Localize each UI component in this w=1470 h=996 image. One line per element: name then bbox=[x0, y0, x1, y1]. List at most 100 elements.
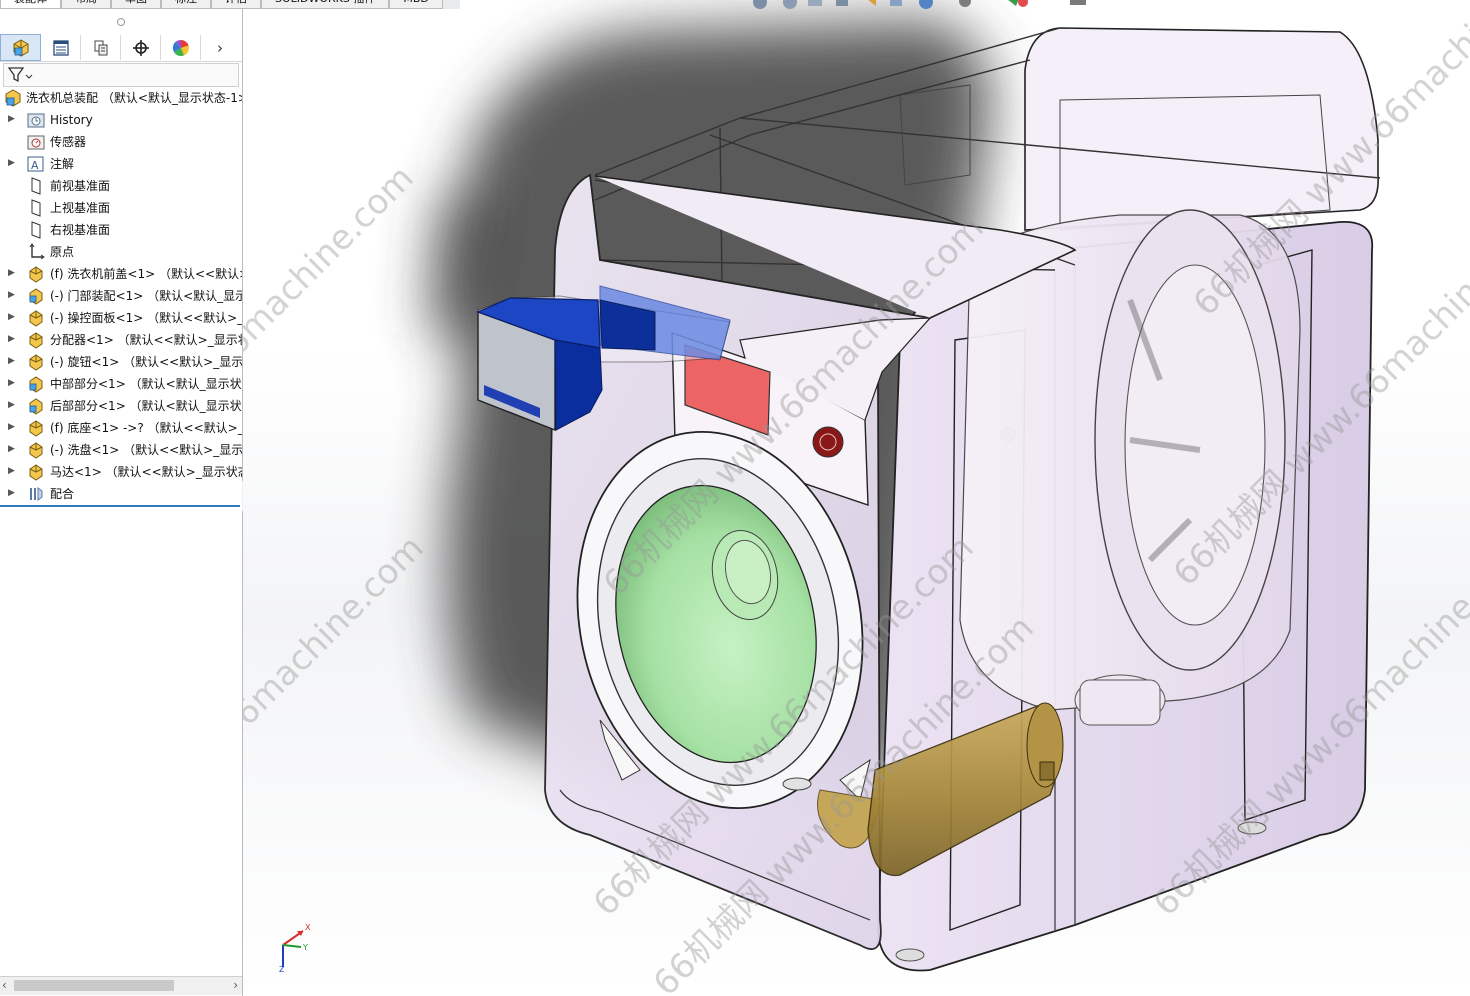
scene-icon[interactable] bbox=[959, 0, 971, 7]
zoom-to-fit-icon[interactable] bbox=[783, 0, 797, 9]
scroll-left-arrow[interactable]: ‹ bbox=[2, 978, 7, 992]
assembly-icon bbox=[27, 287, 45, 305]
propertymanager-tab[interactable] bbox=[41, 35, 81, 60]
monitor-icon[interactable] bbox=[1070, 0, 1086, 5]
view-settings-icon[interactable] bbox=[1003, 0, 1028, 7]
tree-item-label: (-) 操控面板<1> （默认<<默认>_显示状态 bbox=[50, 311, 242, 325]
expand-arrow-icon[interactable]: ▶ bbox=[8, 267, 16, 279]
tree-item-label: 马达<1> （默认<<默认>_显示状态 bbox=[50, 465, 242, 479]
tree-item[interactable]: ▶ 分配器<1> （默认<<默认>_显示状态 bbox=[0, 329, 242, 351]
tree-item[interactable]: 右视基准面 bbox=[0, 219, 242, 241]
tree-item[interactable]: ▶ (f) 洗衣机前盖<1> （默认<<默认>_显示状态 bbox=[0, 263, 242, 285]
expand-arrow-icon[interactable]: ▶ bbox=[8, 289, 16, 301]
tree-item-label: (-) 门部装配<1> （默认<默认_显示状态 bbox=[50, 289, 242, 303]
model-viewport[interactable] bbox=[243, 0, 1470, 996]
featuremanager-tree-tab[interactable] bbox=[0, 34, 41, 61]
command-tab[interactable]: SOLIDWORKS 插件 bbox=[261, 0, 390, 9]
tree-item-label: 上视基准面 bbox=[50, 201, 111, 215]
appearance-icon[interactable] bbox=[919, 0, 933, 9]
expand-arrow-icon[interactable]: ▶ bbox=[8, 333, 16, 345]
control-knob[interactable] bbox=[812, 426, 844, 458]
expand-arrow-icon[interactable]: ▶ bbox=[8, 421, 16, 433]
hide-show-icon[interactable] bbox=[890, 0, 902, 6]
triad-x-label: X bbox=[305, 923, 311, 932]
tree-item[interactable]: ▶ 中部部分<1> （默认<默认_显示状态 bbox=[0, 373, 242, 395]
plane-icon bbox=[27, 177, 45, 195]
tree-item[interactable]: ▶ A 注解 bbox=[0, 153, 242, 175]
tree-item[interactable]: ▶ (f) 底座<1> ->? （默认<<默认>_显示状态 bbox=[0, 417, 242, 439]
tree-item[interactable]: 传感器 bbox=[0, 131, 242, 153]
tree-item-label: 后部部分<1> （默认<默认_显示状态 bbox=[50, 399, 242, 413]
tree-item-label: (-) 洗盘<1> （默认<<默认>_显示状态 bbox=[50, 443, 242, 457]
display-manager-tab[interactable] bbox=[161, 35, 201, 60]
tree-item[interactable]: ▶ (-) 洗盘<1> （默认<<默认>_显示状态 bbox=[0, 439, 242, 461]
tree-item-label: 中部部分<1> （默认<默认_显示状态 bbox=[50, 377, 242, 391]
expand-arrow-icon[interactable]: ▶ bbox=[8, 311, 16, 323]
tree-item[interactable]: 前视基准面 bbox=[0, 175, 242, 197]
dimxpert-tab[interactable] bbox=[121, 35, 161, 60]
tree-item-label: 右视基准面 bbox=[50, 223, 111, 237]
tree-item-label: 前视基准面 bbox=[50, 179, 111, 193]
heads-up-view-toolbar[interactable] bbox=[748, 0, 1108, 12]
origin-icon bbox=[27, 243, 45, 261]
scroll-right-arrow[interactable]: › bbox=[233, 978, 238, 992]
expand-arrow-icon[interactable]: ▶ bbox=[8, 487, 16, 499]
tree-item[interactable]: 原点 bbox=[0, 241, 242, 263]
mates-icon bbox=[27, 485, 45, 503]
command-tab[interactable]: 草图 bbox=[111, 0, 161, 9]
more-tabs-arrow[interactable]: › bbox=[201, 35, 239, 60]
expand-arrow-icon[interactable]: ▶ bbox=[8, 465, 16, 477]
tree-filter-bar[interactable] bbox=[3, 63, 239, 87]
configurationmanager-icon bbox=[94, 40, 107, 55]
display-style-icon[interactable] bbox=[863, 0, 876, 6]
tree-bottom-rule bbox=[0, 505, 240, 507]
panel-horizontal-scrollbar[interactable]: ‹ › bbox=[0, 976, 242, 995]
expand-arrow-icon[interactable]: ▶ bbox=[8, 355, 16, 367]
graphics-area[interactable]: 66机械网 www.66machine.com66机械网 www.66machi… bbox=[243, 0, 1470, 996]
panel-grip-handle[interactable] bbox=[117, 18, 125, 26]
view-orientation-icon[interactable] bbox=[753, 0, 767, 9]
command-tab[interactable]: 评估 bbox=[211, 0, 261, 9]
plane-icon bbox=[27, 199, 45, 217]
tree-item-label: 原点 bbox=[50, 245, 75, 259]
tree-item[interactable]: ▶ 后部部分<1> （默认<默认_显示状态 bbox=[0, 395, 242, 417]
tree-item[interactable]: ▶ History bbox=[0, 109, 242, 131]
svg-text:A: A bbox=[31, 159, 39, 172]
previous-view-icon[interactable] bbox=[808, 0, 822, 6]
expand-arrow-icon[interactable]: ▶ bbox=[8, 113, 16, 125]
history-folder-icon bbox=[27, 111, 45, 129]
expand-arrow-icon[interactable]: ▶ bbox=[8, 377, 16, 389]
tree-root-assembly[interactable]: 洗衣机总装配 （默认<默认_显示状态-1>） bbox=[0, 87, 242, 109]
expand-arrow-icon[interactable]: ▶ bbox=[8, 399, 16, 411]
feature-tree: 洗衣机总装配 （默认<默认_显示状态-1>） ▶ History 传感器 ▶ A 注解 前视基… bbox=[0, 87, 242, 507]
tree-item[interactable]: ▶ (-) 操控面板<1> （默认<<默认>_显示状态 bbox=[0, 307, 242, 329]
tree-item[interactable]: ▶ 配合 bbox=[0, 483, 242, 505]
part-icon bbox=[27, 331, 45, 349]
expand-arrow-icon[interactable]: ▶ bbox=[8, 443, 16, 455]
command-tab[interactable]: 布局 bbox=[61, 0, 111, 9]
command-tab[interactable]: 标注 bbox=[161, 0, 211, 9]
tree-item[interactable]: ▶ (-) 旋钮<1> （默认<<默认>_显示状态 bbox=[0, 351, 242, 373]
section-view-icon[interactable] bbox=[836, 0, 848, 6]
tree-item[interactable]: ▶ 马达<1> （默认<<默认>_显示状态 bbox=[0, 461, 242, 483]
part-icon bbox=[27, 463, 45, 481]
command-manager-tabs: 装配体布局草图标注评估SOLIDWORKS 插件MBD bbox=[0, 0, 460, 9]
tree-item[interactable]: 上视基准面 bbox=[0, 197, 242, 219]
tree-item-label: 分配器<1> （默认<<默认>_显示状态 bbox=[50, 333, 242, 347]
propertymanager-icon bbox=[52, 39, 69, 56]
expand-arrow-icon[interactable]: ▶ bbox=[8, 157, 16, 169]
assembly-icon bbox=[27, 397, 45, 415]
reference-triad: X Y Z bbox=[275, 923, 315, 975]
part-icon bbox=[27, 309, 45, 327]
tree-item[interactable]: ▶ (-) 门部装配<1> （默认<默认_显示状态 bbox=[0, 285, 242, 307]
configurationmanager-tab[interactable] bbox=[81, 35, 121, 60]
tree-item-label: History bbox=[50, 113, 93, 127]
filter-icon[interactable] bbox=[7, 66, 33, 84]
scrollbar-thumb[interactable] bbox=[14, 980, 174, 991]
feature-manager-panel: 装配体布局草图标注评估SOLIDWORKS 插件MBD bbox=[0, 0, 460, 996]
tree-item-label: (f) 洗衣机前盖<1> （默认<<默认>_显示状态 bbox=[50, 267, 242, 281]
command-tab[interactable]: 装配体 bbox=[0, 0, 61, 9]
part-icon bbox=[27, 419, 45, 437]
command-tab[interactable]: MBD bbox=[389, 0, 443, 9]
washer-drum[interactable] bbox=[959, 209, 1301, 726]
